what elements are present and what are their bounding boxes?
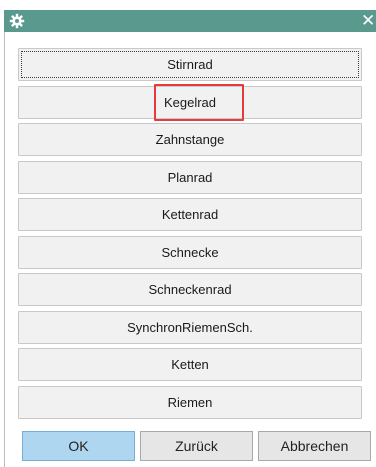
- ok-button[interactable]: OK: [22, 431, 135, 461]
- option-button-schneckenrad[interactable]: Schneckenrad: [18, 273, 362, 306]
- option-button-riemen[interactable]: Riemen: [18, 385, 362, 419]
- option-button-planrad[interactable]: Planrad: [18, 160, 362, 194]
- option-button-stirnrad[interactable]: Stirnrad: [18, 48, 362, 81]
- cancel-button[interactable]: Abbrechen: [258, 431, 371, 461]
- close-icon[interactable]: ✕: [361, 11, 376, 31]
- option-button-schnecke[interactable]: Schnecke: [18, 235, 362, 269]
- option-button-synchronriemensch[interactable]: SynchronRiemenSch.: [18, 310, 362, 344]
- option-button-ketten[interactable]: Ketten: [18, 348, 362, 381]
- option-button-kegelrad[interactable]: Kegelrad: [18, 85, 362, 119]
- back-button[interactable]: Zurück: [140, 431, 253, 461]
- option-button-zahnstange[interactable]: Zahnstange: [18, 123, 362, 156]
- title-bar: ✕: [4, 10, 376, 32]
- option-button-kettenrad[interactable]: Kettenrad: [18, 198, 362, 231]
- gear-icon: [9, 13, 25, 29]
- gear-type-dialog: ✕ Stirnrad Kegelrad Zahnstange Planrad Kette…: [0, 0, 376, 467]
